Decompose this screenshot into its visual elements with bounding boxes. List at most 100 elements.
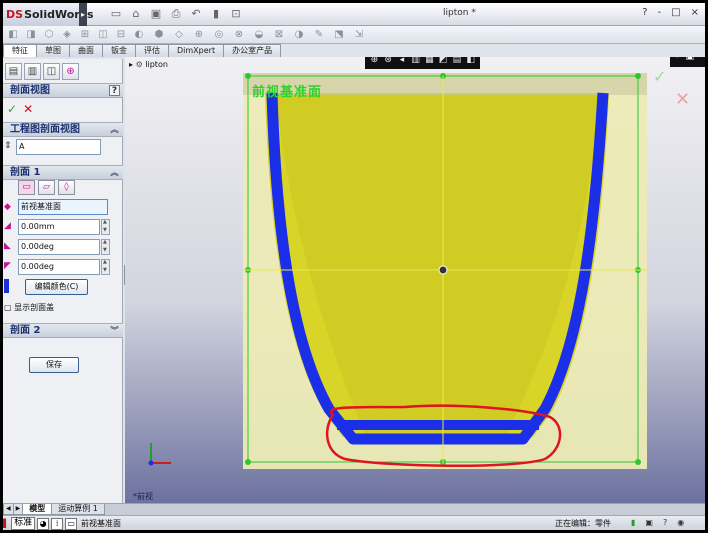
dimxpert-tab-icon[interactable]: ⊕ xyxy=(62,63,79,80)
tab-surfaces[interactable]: 曲面 xyxy=(69,44,103,57)
tab-dimxpert[interactable]: DimXpert xyxy=(168,44,225,57)
checkbox-box[interactable]: ▢ xyxy=(4,303,12,312)
print-icon[interactable]: ⎙ xyxy=(169,7,183,21)
status-marker-icon: ▌ xyxy=(3,519,10,528)
cancel-x-icon[interactable]: ✕ xyxy=(23,102,33,116)
status-options-icon[interactable]: ◉ xyxy=(677,518,684,527)
toolbar-tool-icon[interactable]: ⬔ xyxy=(333,29,345,40)
tab-model[interactable]: 模型 xyxy=(22,504,53,515)
plane-toggle-button[interactable]: ▭ xyxy=(18,180,35,195)
angle-x-spinner[interactable] xyxy=(101,239,110,255)
edit-state: 正在编辑：零件 xyxy=(555,519,611,528)
display-style-icon[interactable]: ◩ xyxy=(438,57,449,66)
viewport-restore-icon[interactable]: ▣ xyxy=(686,57,695,66)
zoom-to-area-icon[interactable]: ⊛ xyxy=(383,57,394,66)
feature-tree-tab-icon[interactable]: ▤ xyxy=(5,63,22,80)
section-toggle-button[interactable]: ◊ xyxy=(58,180,75,195)
status-tool-icon[interactable]: ◕ xyxy=(37,517,50,530)
section-name-field[interactable]: A xyxy=(16,139,101,155)
toolbar-tool-icon[interactable]: ◈ xyxy=(61,29,73,40)
help-button[interactable]: ? xyxy=(642,7,647,18)
zoom-to-fit-icon[interactable]: ⊕ xyxy=(369,57,380,66)
toolbar-tool-icon[interactable]: ◎ xyxy=(213,29,225,40)
expand-chevron-icon[interactable]: ︾ xyxy=(109,325,120,336)
status-right-icons: ▮ ▣ ? ◉ xyxy=(631,518,684,527)
close-button[interactable]: × xyxy=(691,7,699,18)
toolbar-tool-icon[interactable]: ⬢ xyxy=(153,29,165,40)
offset-distance-field[interactable]: 0.00mm xyxy=(18,219,100,235)
model-viewport[interactable] xyxy=(125,57,705,505)
toolbar-tool-icon[interactable]: ◧ xyxy=(7,29,19,40)
angle-y-spinner[interactable] xyxy=(101,259,110,275)
minimize-button[interactable]: - xyxy=(658,7,662,18)
toolbar-tool-icon[interactable]: ◐ xyxy=(133,29,145,40)
quick-tips-icon[interactable]: ▣ xyxy=(645,518,653,527)
ds-logo-icon: DS xyxy=(6,8,24,21)
toolbar-tool-icon[interactable]: ◒ xyxy=(253,29,265,40)
tab-sketch[interactable]: 草图 xyxy=(36,44,70,57)
new-document-icon[interactable]: ▭ xyxy=(109,7,123,21)
tab-motion-study-1[interactable]: 运动算例 1 xyxy=(51,504,105,515)
show-section-cap-checkbox[interactable]: ▢ 显示剖面盖 xyxy=(4,302,54,313)
toolbar-tool-icon[interactable]: ⊟ xyxy=(115,29,127,40)
section-plane-field[interactable]: 前视基准面 xyxy=(18,199,108,215)
section1-header[interactable]: 剖面 1 ︽ xyxy=(3,165,123,180)
rebuild-icon[interactable]: ▮ xyxy=(209,7,223,21)
confirm-check-icon[interactable]: ✓ xyxy=(653,67,666,86)
heads-up-view-toolbar: ⊕ ⊛ ◂ ▥ ▦ ◩ ▤ ◧ xyxy=(365,57,480,69)
maximize-button[interactable]: □ xyxy=(671,7,680,18)
ok-check-icon[interactable]: ✓ xyxy=(7,102,17,116)
tab-office-products[interactable]: 办公室产品 xyxy=(223,44,282,57)
toolbar-tool-icon[interactable]: ⊠ xyxy=(273,29,285,40)
angle-x-field[interactable]: 0.00deg xyxy=(18,239,100,255)
status-help-icon[interactable]: ? xyxy=(663,518,667,527)
tab-evaluate[interactable]: 评估 xyxy=(135,44,169,57)
toolbar-tool-icon[interactable]: ◨ xyxy=(25,29,37,40)
toolbar-tool-icon[interactable]: ◫ xyxy=(97,29,109,40)
tab-sheet-metal[interactable]: 钣金 xyxy=(102,44,136,57)
collapse-chevron-icon[interactable]: ︽ xyxy=(109,167,120,178)
appearance-icon[interactable]: ◧ xyxy=(465,57,476,66)
toolbar-tool-icon[interactable]: ◑ xyxy=(293,29,305,40)
section-view-icon[interactable]: ▥ xyxy=(410,57,421,66)
status-tool-icon[interactable]: ⁞ xyxy=(51,517,64,530)
undo-icon[interactable]: ↶ xyxy=(189,7,203,21)
panel-title-text: 剖面视图 xyxy=(10,85,50,96)
edit-color-button[interactable]: 编辑颜色(C) xyxy=(25,279,88,295)
face-toggle-button[interactable]: ▱ xyxy=(38,180,55,195)
save-icon[interactable]: ▣ xyxy=(149,7,163,21)
view-orientation-icon[interactable]: ▦ xyxy=(424,57,435,66)
toolbar-tool-icon[interactable]: ⊕ xyxy=(193,29,205,40)
open-folder-icon[interactable]: ⌂ xyxy=(129,7,143,21)
angle-y-icon: ◤ xyxy=(4,261,11,271)
toolbar-tool-icon[interactable]: ◇ xyxy=(173,29,185,40)
tab-features[interactable]: 特征 xyxy=(3,44,37,57)
help-question-icon[interactable]: ? xyxy=(109,85,120,96)
plane-handle xyxy=(245,459,251,465)
save-button[interactable]: 保存 xyxy=(29,357,79,373)
offset-spinner[interactable] xyxy=(101,219,110,235)
toolbar-tool-icon[interactable]: ⊞ xyxy=(79,29,91,40)
section2-header[interactable]: 剖面 2 ︾ xyxy=(3,323,123,338)
previous-view-icon[interactable]: ◂ xyxy=(397,57,408,66)
status-tool-icon[interactable]: ▭ xyxy=(65,517,78,530)
angle-y-field[interactable]: 0.00deg xyxy=(18,259,100,275)
property-manager-tab-icon[interactable]: ▥ xyxy=(24,63,41,80)
menu-expand-icon[interactable]: ▸ xyxy=(79,3,87,26)
drawing-section-header[interactable]: 工程图剖面视图 ︽ xyxy=(3,122,123,137)
solidworks-logo[interactable]: DS SolidWorks xyxy=(3,3,94,26)
standard-button[interactable]: 标准 xyxy=(11,517,36,530)
toolbar-tool-icon[interactable]: ⊗ xyxy=(233,29,245,40)
rebuild-status-icon[interactable]: ▮ xyxy=(631,518,635,527)
configuration-tab-icon[interactable]: ◫ xyxy=(43,63,60,80)
hide-show-icon[interactable]: ▤ xyxy=(452,57,463,66)
options-icon[interactable]: ⊡ xyxy=(229,7,243,21)
cancel-x-icon[interactable]: ✕ xyxy=(675,89,690,110)
toolbar-tool-icon[interactable]: ⬡ xyxy=(43,29,55,40)
toolbar-tool-icon[interactable]: ✎ xyxy=(313,29,325,40)
bottom-tabs: ◀ ▶ 模型 运动算例 1 xyxy=(3,503,705,515)
viewport-minimize-icon[interactable]: – xyxy=(675,57,680,66)
toolbar-tool-icon[interactable]: ⇲ xyxy=(353,29,365,40)
graphics-area[interactable]: ▸ ⚙ lipton 前视基准面 ⊕ ⊛ ◂ ▥ ▦ ◩ ▤ ◧ – ▣ ✓ ✕… xyxy=(125,57,705,505)
collapse-chevron-icon[interactable]: ︽ xyxy=(109,124,120,135)
